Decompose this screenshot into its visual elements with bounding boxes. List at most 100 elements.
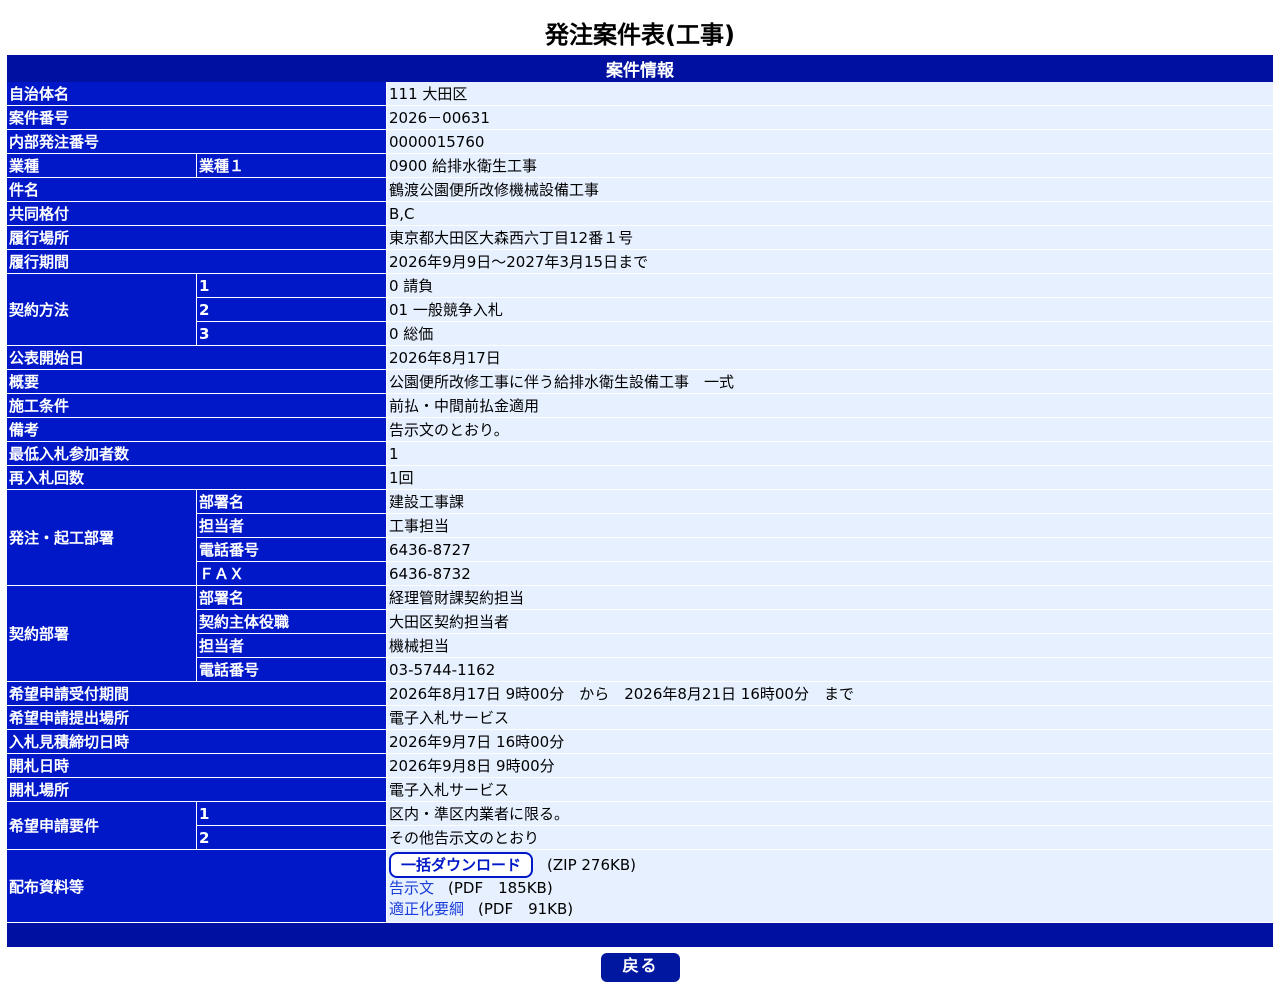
- sublabel-gyoshu: 業種１: [197, 154, 387, 178]
- sublabel-hatchu-busho-1: 部署名: [197, 490, 387, 514]
- back-button[interactable]: 戻る: [601, 953, 680, 982]
- sublabel-keiyaku-houhou-2: 2: [197, 298, 387, 322]
- label-keiyaku-houhou: 契約方法: [7, 274, 197, 346]
- row-keiyaku-busho-3: 担当者 機械担当: [7, 634, 1273, 658]
- value-kyodo: B,C: [387, 202, 1273, 226]
- row-shimekiri: 入札見積締切日時 2026年9月7日 16時00分: [7, 730, 1273, 754]
- row-naibu-no: 内部発注番号 0000015760: [7, 130, 1273, 154]
- row-keiyaku-houhou-3: 3 0 総価: [7, 322, 1273, 346]
- value-gyoshu: 0900 給排水衛生工事: [387, 154, 1273, 178]
- row-kibo-yoken-1: 希望申請要件 1 区内・準区内業者に限る。: [7, 802, 1273, 850]
- row-kaisatsu-nichiji: 開札日時 2026年9月8日 9時00分: [7, 754, 1273, 778]
- row-basho: 履行場所 東京都大田区大森西六丁目12番１号: [7, 226, 1273, 250]
- label-seko: 施工条件: [7, 394, 387, 418]
- sublabel-hatchu-busho-3: 電話番号: [197, 538, 387, 562]
- download-line: 一括ダウンロード (ZIP 276KB): [389, 852, 1271, 878]
- row-keiyaku-busho-1: 契約部署 部署名 経理管財課契約担当: [7, 586, 1273, 682]
- row-haifu: 配布資料等 一括ダウンロード (ZIP 276KB) 告示文 (PDF 185KB)…: [7, 850, 1273, 923]
- row-anken-no: 案件番号 2026－00631: [7, 106, 1273, 130]
- row-jichitai: 自治体名 111 大田区: [7, 82, 1273, 106]
- row-kibo-yoken-2: 2 その他告示文のとおり: [7, 826, 1273, 850]
- value-kibo-basho: 電子入札サービス: [387, 706, 1273, 730]
- sublabel-keiyaku-busho-1: 部署名: [197, 586, 387, 610]
- file-item: 告示文 (PDF 185KB): [389, 878, 1271, 899]
- value-hatchu-busho-2: 工事担当: [387, 514, 1273, 538]
- value-hatchu-busho-1: 建設工事課: [387, 490, 1273, 514]
- label-shimekiri: 入札見積締切日時: [7, 730, 387, 754]
- page-title: 発注案件表(工事): [545, 21, 735, 49]
- value-keiyaku-houhou-1: 0 請負: [387, 274, 1273, 298]
- value-keiyaku-busho-3: 機械担当: [387, 634, 1273, 658]
- value-hatchu-busho-3: 6436-8727: [387, 538, 1273, 562]
- value-kibo-yoken-1: 区内・準区内業者に限る。: [387, 802, 1273, 826]
- sublabel-kibo-yoken-1: 1: [197, 802, 387, 826]
- label-jichitai: 自治体名: [7, 82, 387, 106]
- label-hatchu-busho: 発注・起工部署: [7, 490, 197, 586]
- value-kaisatsu-nichiji: 2026年9月8日 9時00分: [387, 754, 1273, 778]
- value-keiyaku-busho-4: 03-5744-1162: [387, 658, 1273, 682]
- row-hatchu-busho-2: 担当者 工事担当: [7, 514, 1273, 538]
- value-kaisatsu-basho: 電子入札サービス: [387, 778, 1273, 802]
- sublabel-keiyaku-busho-3: 担当者: [197, 634, 387, 658]
- sublabel-keiyaku-houhou-1: 1: [197, 274, 387, 298]
- label-kibo-basho: 希望申請提出場所: [7, 706, 387, 730]
- row-gyoshu: 業種 業種１ 0900 給排水衛生工事: [7, 154, 1273, 178]
- label-saitei: 最低入札参加者数: [7, 442, 387, 466]
- label-kyodo: 共同格付: [7, 202, 387, 226]
- label-sainyu: 再入札回数: [7, 466, 387, 490]
- label-kohyo: 公表開始日: [7, 346, 387, 370]
- row-gaiyo: 概要 公園便所改修工事に伴う給排水衛生設備工事 一式: [7, 370, 1273, 394]
- row-kaisatsu-basho: 開札場所 電子入札サービス: [7, 778, 1273, 802]
- download-size-note: (ZIP 276KB): [547, 856, 636, 874]
- value-kohyo: 2026年8月17日: [387, 346, 1273, 370]
- bulk-download-button[interactable]: 一括ダウンロード: [389, 852, 534, 878]
- row-kibo-kikan: 希望申請受付期間 2026年8月17日 9時00分 から 2026年8月21日 …: [7, 682, 1273, 706]
- value-kibo-yoken-2: その他告示文のとおり: [387, 826, 1273, 850]
- label-gaiyo: 概要: [7, 370, 387, 394]
- row-kikan: 履行期間 2026年9月9日～2027年3月15日まで: [7, 250, 1273, 274]
- value-keiyaku-busho-1: 経理管財課契約担当: [387, 586, 1273, 610]
- row-hatchu-busho-4: ＦＡＸ 6436-8732: [7, 562, 1273, 586]
- value-anken-no: 2026－00631: [387, 106, 1273, 130]
- table-footer-bar: [7, 923, 1273, 947]
- row-hatchu-busho-1: 発注・起工部署 部署名 建設工事課: [7, 490, 1273, 586]
- value-kikan: 2026年9月9日～2027年3月15日まで: [387, 250, 1273, 274]
- row-keiyaku-busho-4: 電話番号 03-5744-1162: [7, 658, 1273, 682]
- label-keiyaku-busho: 契約部署: [7, 586, 197, 682]
- row-keiyaku-houhou-2: 2 01 一般競争入札: [7, 298, 1273, 322]
- row-kohyo: 公表開始日 2026年8月17日: [7, 346, 1273, 370]
- label-naibu-no: 内部発注番号: [7, 130, 387, 154]
- value-seko: 前払・中間前払金適用: [387, 394, 1273, 418]
- row-keiyaku-busho-2: 契約主体役職 大田区契約担当者: [7, 610, 1273, 634]
- value-basho: 東京都大田区大森西六丁目12番１号: [387, 226, 1273, 250]
- row-sainyu: 再入札回数 1回: [7, 466, 1273, 490]
- row-saitei: 最低入札参加者数 1: [7, 442, 1273, 466]
- value-gaiyo: 公園便所改修工事に伴う給排水衛生設備工事 一式: [387, 370, 1273, 394]
- value-shimekiri: 2026年9月7日 16時00分: [387, 730, 1273, 754]
- file-link-kokuji[interactable]: 告示文: [389, 879, 434, 897]
- label-biko: 備考: [7, 418, 387, 442]
- value-keiyaku-busho-2: 大田区契約担当者: [387, 610, 1273, 634]
- value-sainyu: 1回: [387, 466, 1273, 490]
- value-biko: 告示文のとおり。: [387, 418, 1273, 442]
- sublabel-keiyaku-houhou-3: 3: [197, 322, 387, 346]
- value-hatchu-busho-4: 6436-8732: [387, 562, 1273, 586]
- row-kyodo: 共同格付 B,C: [7, 202, 1273, 226]
- sublabel-keiyaku-busho-2: 契約主体役職: [197, 610, 387, 634]
- sublabel-hatchu-busho-2: 担当者: [197, 514, 387, 538]
- file-link-tekiseika[interactable]: 適正化要綱: [389, 900, 464, 918]
- sublabel-keiyaku-busho-4: 電話番号: [197, 658, 387, 682]
- row-keiyaku-houhou-1: 契約方法 1 0 請負: [7, 274, 1273, 346]
- label-basho: 履行場所: [7, 226, 387, 250]
- file-size-kokuji: (PDF 185KB): [448, 879, 553, 897]
- section-header: 案件情報: [7, 55, 1273, 82]
- label-kaisatsu-nichiji: 開札日時: [7, 754, 387, 778]
- value-saitei: 1: [387, 442, 1273, 466]
- label-gyoshu: 業種: [7, 154, 197, 178]
- label-kenmei: 件名: [7, 178, 387, 202]
- row-biko: 備考 告示文のとおり。: [7, 418, 1273, 442]
- row-kenmei: 件名 鶴渡公園便所改修機械設備工事: [7, 178, 1273, 202]
- file-size-tekiseika: (PDF 91KB): [478, 900, 574, 918]
- file-item: 適正化要綱 (PDF 91KB): [389, 899, 1271, 920]
- row-kibo-basho: 希望申請提出場所 電子入札サービス: [7, 706, 1273, 730]
